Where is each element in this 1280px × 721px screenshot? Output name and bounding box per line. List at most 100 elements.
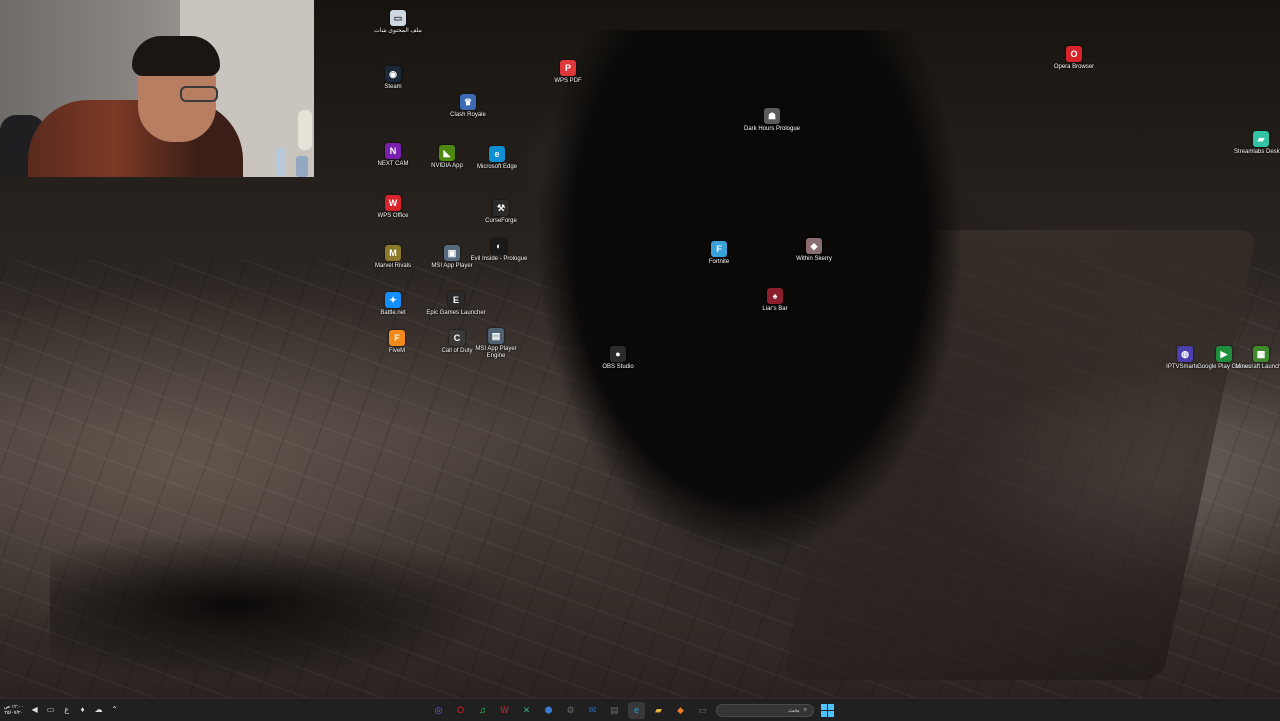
taskbar-app-capcut[interactable]: ✕ (518, 702, 535, 719)
taskbar-app-chrome[interactable]: ◎ (430, 702, 447, 719)
desktop-icon-msi-player-engine[interactable]: ▤ MSI App Player Engine (466, 328, 526, 360)
wallpaper-legs (50, 530, 510, 680)
desktop-icon-obs-studio[interactable]: ● OBS Studio (588, 346, 648, 371)
shield-icon: ⬢ (544, 704, 553, 715)
search-icon: ⌕ (803, 706, 807, 713)
onedrive-icon[interactable]: ☁ (94, 705, 104, 715)
desktop-icon-marvel-rivals[interactable]: M Marvel Rivals (363, 245, 423, 270)
chrome-icon: ◎ (434, 704, 443, 715)
taskbar-app-mail[interactable]: ✉ (584, 702, 601, 719)
network-icon[interactable]: ▭ (46, 705, 56, 715)
search-placeholder: بحث (788, 707, 800, 714)
desktop-icon-arabic-file[interactable]: ▭ ملف المحتوى شات (368, 10, 428, 35)
desktop-icon-label: MSI App Player (431, 263, 473, 269)
wps-icon: W (500, 705, 509, 715)
google-play-games-icon: ▶ (1216, 346, 1232, 362)
microsoft-edge-icon: e (489, 146, 505, 162)
taskbar-app-task-view[interactable]: ▭ (694, 702, 711, 719)
desktop-icon-dark-hours[interactable]: ☗ Dark Hours Prologue (742, 108, 802, 133)
liars-bar-icon: ♠ (767, 288, 783, 304)
desktop-icon-label: FiveM (388, 348, 406, 354)
desktop-icon-curseforge[interactable]: ⚒ CurseForge (471, 200, 531, 225)
desktop-icon-label: NVIDIA App (431, 163, 463, 169)
desktop-icon-fortnite[interactable]: F Fortnite (689, 241, 749, 266)
taskbar-search[interactable]: بحث ⌕ (716, 703, 814, 717)
start-icon-part (821, 710, 827, 717)
desktop-icon-label: WPS Office (377, 213, 409, 219)
desktop-icon-wps-office[interactable]: W WPS Office (363, 195, 423, 220)
desktop-icon-label: Battle.net (380, 310, 406, 316)
fivem-icon: F (389, 330, 405, 346)
desktop-icon-label: Within Skerry (796, 256, 832, 262)
settings-icon: ⚙ (566, 704, 575, 715)
desktop-icon-label: Clash Royale (450, 112, 486, 118)
desktop-icon-epic-games[interactable]: E Epic Games Launcher (426, 292, 486, 317)
desktop-icon-label: MSI App Player Engine (475, 346, 517, 359)
taskbar-app-edge[interactable]: e (628, 701, 645, 719)
wps-pdf-icon: P (560, 60, 576, 76)
chevron-up-icon[interactable]: ⌃ (110, 705, 120, 715)
desktop-icon-opera-browser[interactable]: O Opera Browser (1044, 46, 1104, 71)
clock[interactable]: ١٢:٠٠ ص ٢٥/٠٧/٢٠ (4, 704, 24, 716)
speaker-icon[interactable]: ◀ (30, 705, 40, 715)
start-button[interactable] (819, 702, 836, 719)
desktop-icon-wps-pdf[interactable]: P WPS PDF (538, 60, 598, 85)
streamlabs-icon: ▰ (1253, 131, 1269, 147)
webcam-overlay (0, 0, 314, 177)
desktop-icon-label: Epic Games Launcher (426, 310, 486, 316)
taskbar-app-settings[interactable]: ⚙ (562, 702, 579, 719)
clash-royale-icon: ♛ (460, 94, 476, 110)
taskbar-app-opera[interactable]: O (452, 702, 469, 719)
desktop-icon-nextcam[interactable]: N NEXT CAM (363, 143, 423, 168)
iptv-smarters-icon: ◍ (1177, 346, 1193, 362)
curseforge-icon: ⚒ (493, 200, 509, 216)
desktop-icon-label: Steam (384, 84, 402, 90)
taskbar-apps: ◎ O ♫ W ✕ ⬢ ⚙ ✉ ▤ e ▰ ◆ ▭ بحث ⌕ (430, 699, 836, 721)
webcam-person-glasses (180, 86, 218, 102)
microphone-icon[interactable]: ♦ (78, 705, 88, 715)
desktop-icon-label: Liar's Bar (762, 306, 788, 312)
opera-icon: O (456, 705, 464, 715)
spotify-icon: ♫ (479, 705, 486, 715)
start-icon-part (828, 703, 834, 710)
desktop-icon-liars-bar[interactable]: ♠ Liar's Bar (745, 288, 805, 313)
desktop-icon-steam[interactable]: ◉ Steam (363, 66, 423, 91)
desktop-icon-streamlabs[interactable]: ▰ Streamlabs Desktop (1231, 131, 1280, 156)
store-icon: ▤ (610, 704, 619, 715)
steam-icon: ◉ (385, 66, 401, 82)
desktop-icon-clash-royale[interactable]: ♛ Clash Royale (438, 94, 498, 119)
capcut-icon: ✕ (522, 704, 531, 715)
battlenet-icon: ✦ (385, 292, 401, 308)
desktop-icon-label: Microsoft Edge (476, 164, 518, 170)
desktop-icon-label: NEXT CAM (377, 161, 409, 167)
task-view-icon: ▭ (698, 704, 707, 715)
desktop-icon-label: Streamlabs Desktop (1233, 149, 1280, 155)
evil-inside-icon: ◐ (491, 238, 507, 254)
desktop-icon-label: Dark Hours Prologue (743, 126, 801, 132)
start-icon-part (821, 703, 827, 710)
taskbar-app-store[interactable]: ▤ (606, 702, 623, 719)
desktop-icon-label: Marvel Rivals (374, 263, 411, 269)
desktop-icon-microsoft-edge[interactable]: e Microsoft Edge (467, 146, 527, 171)
desktop-icon-within-skerry[interactable]: ◆ Within Skerry (784, 238, 844, 263)
minecraft-launcher-icon: ▦ (1253, 346, 1269, 362)
desktop-icon-label: CurseForge (485, 218, 517, 224)
desktop-icon-fivem[interactable]: F FiveM (367, 330, 427, 355)
epic-games-icon: E (448, 292, 464, 308)
desktop-icon-label: OBS Studio (602, 364, 634, 370)
desktop-icon-label: Evil Inside - Prologue (470, 256, 528, 262)
desktop-icon-evil-inside[interactable]: ◐ Evil Inside - Prologue (469, 238, 529, 263)
msi-player-engine-icon: ▤ (488, 328, 504, 344)
desktop-icon-minecraft-launcher[interactable]: ▦ Minecraft Launcher (1231, 346, 1280, 371)
clock-date: ٢٥/٠٧/٢٠ (4, 710, 24, 716)
taskbar-app-file-explorer[interactable]: ▰ (650, 702, 667, 719)
msi-app-player-icon: ▣ (444, 245, 460, 261)
taskbar-app-wps[interactable]: W (496, 702, 513, 719)
obs-studio-icon: ● (610, 346, 626, 362)
taskbar-app-photos[interactable]: ◆ (672, 702, 689, 719)
taskbar-app-spotify[interactable]: ♫ (474, 702, 491, 719)
language-indicator[interactable]: ع (62, 705, 72, 715)
desktop-icon-battlenet[interactable]: ✦ Battle.net (363, 292, 423, 317)
wps-office-icon: W (385, 195, 401, 211)
taskbar-app-shield[interactable]: ⬢ (540, 702, 557, 719)
